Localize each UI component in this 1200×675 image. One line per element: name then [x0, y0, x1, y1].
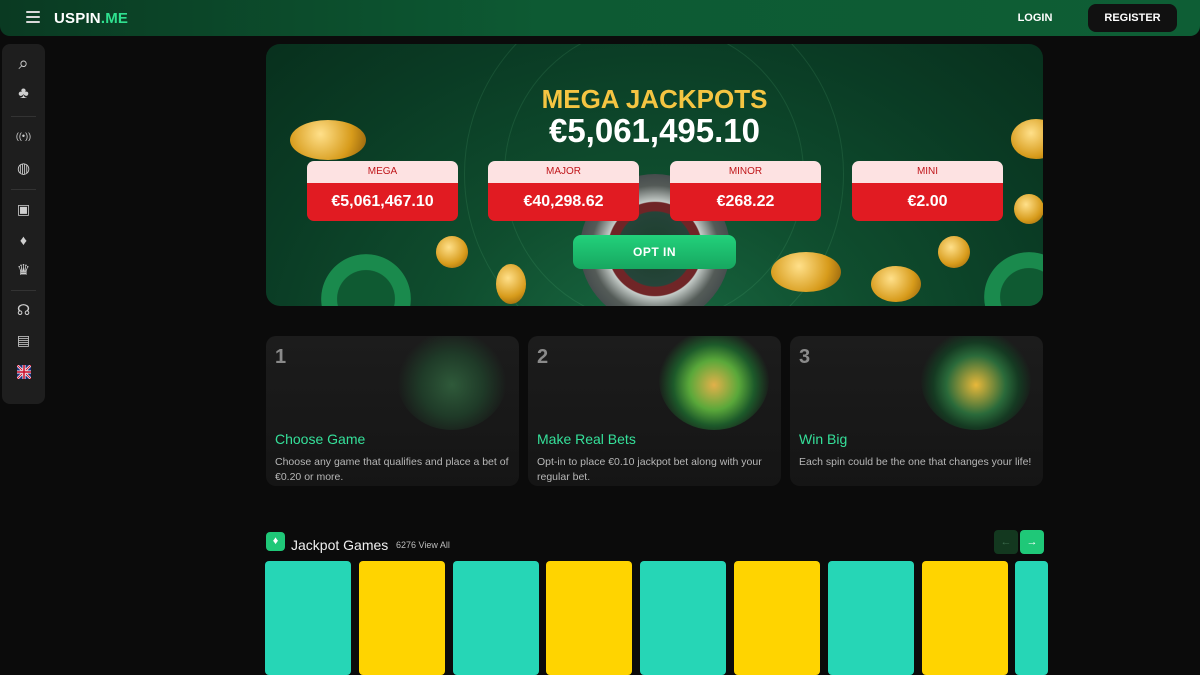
arrow-right-icon[interactable]: → — [1020, 530, 1044, 554]
logo-text-accent: .ME — [100, 10, 129, 27]
tier-label: MINOR — [670, 161, 821, 183]
game-tile[interactable] — [922, 561, 1008, 675]
step-card-make-real-bets: 2 Make Real Bets Opt-in to place €0.10 j… — [528, 336, 781, 486]
game-tile[interactable] — [828, 561, 914, 675]
tier-mini: MINI €2.00 — [852, 161, 1003, 221]
game-tile[interactable] — [640, 561, 726, 675]
step-number: 3 — [799, 346, 811, 368]
tier-label: MEGA — [307, 161, 458, 183]
tier-value: €2.00 — [852, 183, 1003, 221]
jackpot-title: MEGA JACKPOTS — [541, 84, 768, 114]
step-title: Win Big — [799, 431, 848, 447]
money-bag-icon: ♦ — [266, 532, 285, 551]
register-button[interactable]: REGISTER — [1088, 4, 1177, 32]
slot-machine-roulette-image — [397, 336, 507, 430]
arrow-left-icon[interactable]: ← — [994, 530, 1018, 554]
crown-icon[interactable]: ♛ — [10, 256, 37, 283]
section-title: Jackpot Games — [291, 537, 389, 553]
search-icon[interactable]: ⌕ — [10, 50, 37, 77]
casino-chip-image — [321, 254, 411, 306]
gift-icon[interactable]: ▣ — [10, 196, 37, 223]
view-all-link[interactable]: 6276 View All — [396, 540, 450, 550]
flaming-dice-image — [659, 336, 769, 430]
coin-image — [436, 236, 468, 268]
money-bag-icon[interactable]: ♦ — [10, 226, 37, 253]
tier-label: MAJOR — [488, 161, 639, 183]
site-logo[interactable]: USPIN.ME — [54, 10, 128, 27]
game-tile[interactable] — [359, 561, 445, 675]
tier-major: MAJOR €40,298.62 — [488, 161, 639, 221]
coin-image — [1014, 194, 1043, 224]
logo-text-main: USPIN — [54, 10, 101, 27]
tier-value: €5,061,467.10 — [307, 183, 458, 221]
tier-value: €40,298.62 — [488, 183, 639, 221]
sidebar-divider — [11, 189, 36, 190]
game-tile[interactable] — [546, 561, 632, 675]
headset-icon[interactable]: ☊ — [10, 296, 37, 323]
top-bar: USPIN.ME LOGIN REGISTER — [0, 0, 1200, 36]
coin-image — [871, 266, 921, 302]
casino-chip-image — [984, 252, 1043, 306]
wallet-lightning-image — [921, 336, 1031, 430]
game-tile[interactable] — [1015, 561, 1048, 675]
step-card-win-big: 3 Win Big Each spin could be the one tha… — [790, 336, 1043, 486]
coin-image — [938, 236, 970, 268]
live-icon[interactable]: ((•)) — [10, 122, 37, 149]
coin-image — [496, 264, 526, 304]
tier-mega: MEGA €5,061,467.10 — [307, 161, 458, 221]
step-description: Each spin could be the one that changes … — [799, 456, 1032, 468]
game-tile[interactable] — [265, 561, 351, 675]
club-icon[interactable]: ♣ — [10, 80, 37, 107]
sidebar: ⌕ ♣ ((•)) ◍ ▣ ♦ ♛ ☊ ▤ — [2, 44, 45, 404]
tier-label: MINI — [852, 161, 1003, 183]
jackpot-total-amount: €5,061,495.10 — [548, 112, 761, 149]
step-title: Choose Game — [275, 431, 366, 447]
game-tile[interactable] — [734, 561, 820, 675]
game-tile[interactable] — [453, 561, 539, 675]
tier-value: €268.22 — [670, 183, 821, 221]
basketball-icon[interactable]: ◍ — [10, 154, 37, 181]
jackpot-banner: MEGA JACKPOTS €5,061,495.10 MEGA €5,061,… — [266, 44, 1043, 306]
sidebar-divider — [11, 116, 36, 117]
login-button[interactable]: LOGIN — [1006, 8, 1064, 28]
coin-image — [771, 252, 841, 292]
step-title: Make Real Bets — [537, 431, 636, 447]
step-number: 1 — [275, 346, 287, 368]
step-description: Opt-in to place €0.10 jackpot bet along … — [537, 456, 762, 483]
step-description: Choose any game that qualifies and place… — [275, 456, 509, 483]
wallet-icon[interactable]: ▤ — [10, 327, 37, 354]
uk-flag-icon[interactable] — [10, 358, 37, 385]
hamburger-menu-icon[interactable] — [26, 11, 40, 23]
tier-minor: MINOR €268.22 — [670, 161, 821, 221]
sidebar-divider — [11, 290, 36, 291]
step-card-choose-game: 1 Choose Game Choose any game that quali… — [266, 336, 519, 486]
opt-in-button[interactable]: OPT IN — [573, 235, 736, 269]
step-number: 2 — [537, 346, 549, 368]
